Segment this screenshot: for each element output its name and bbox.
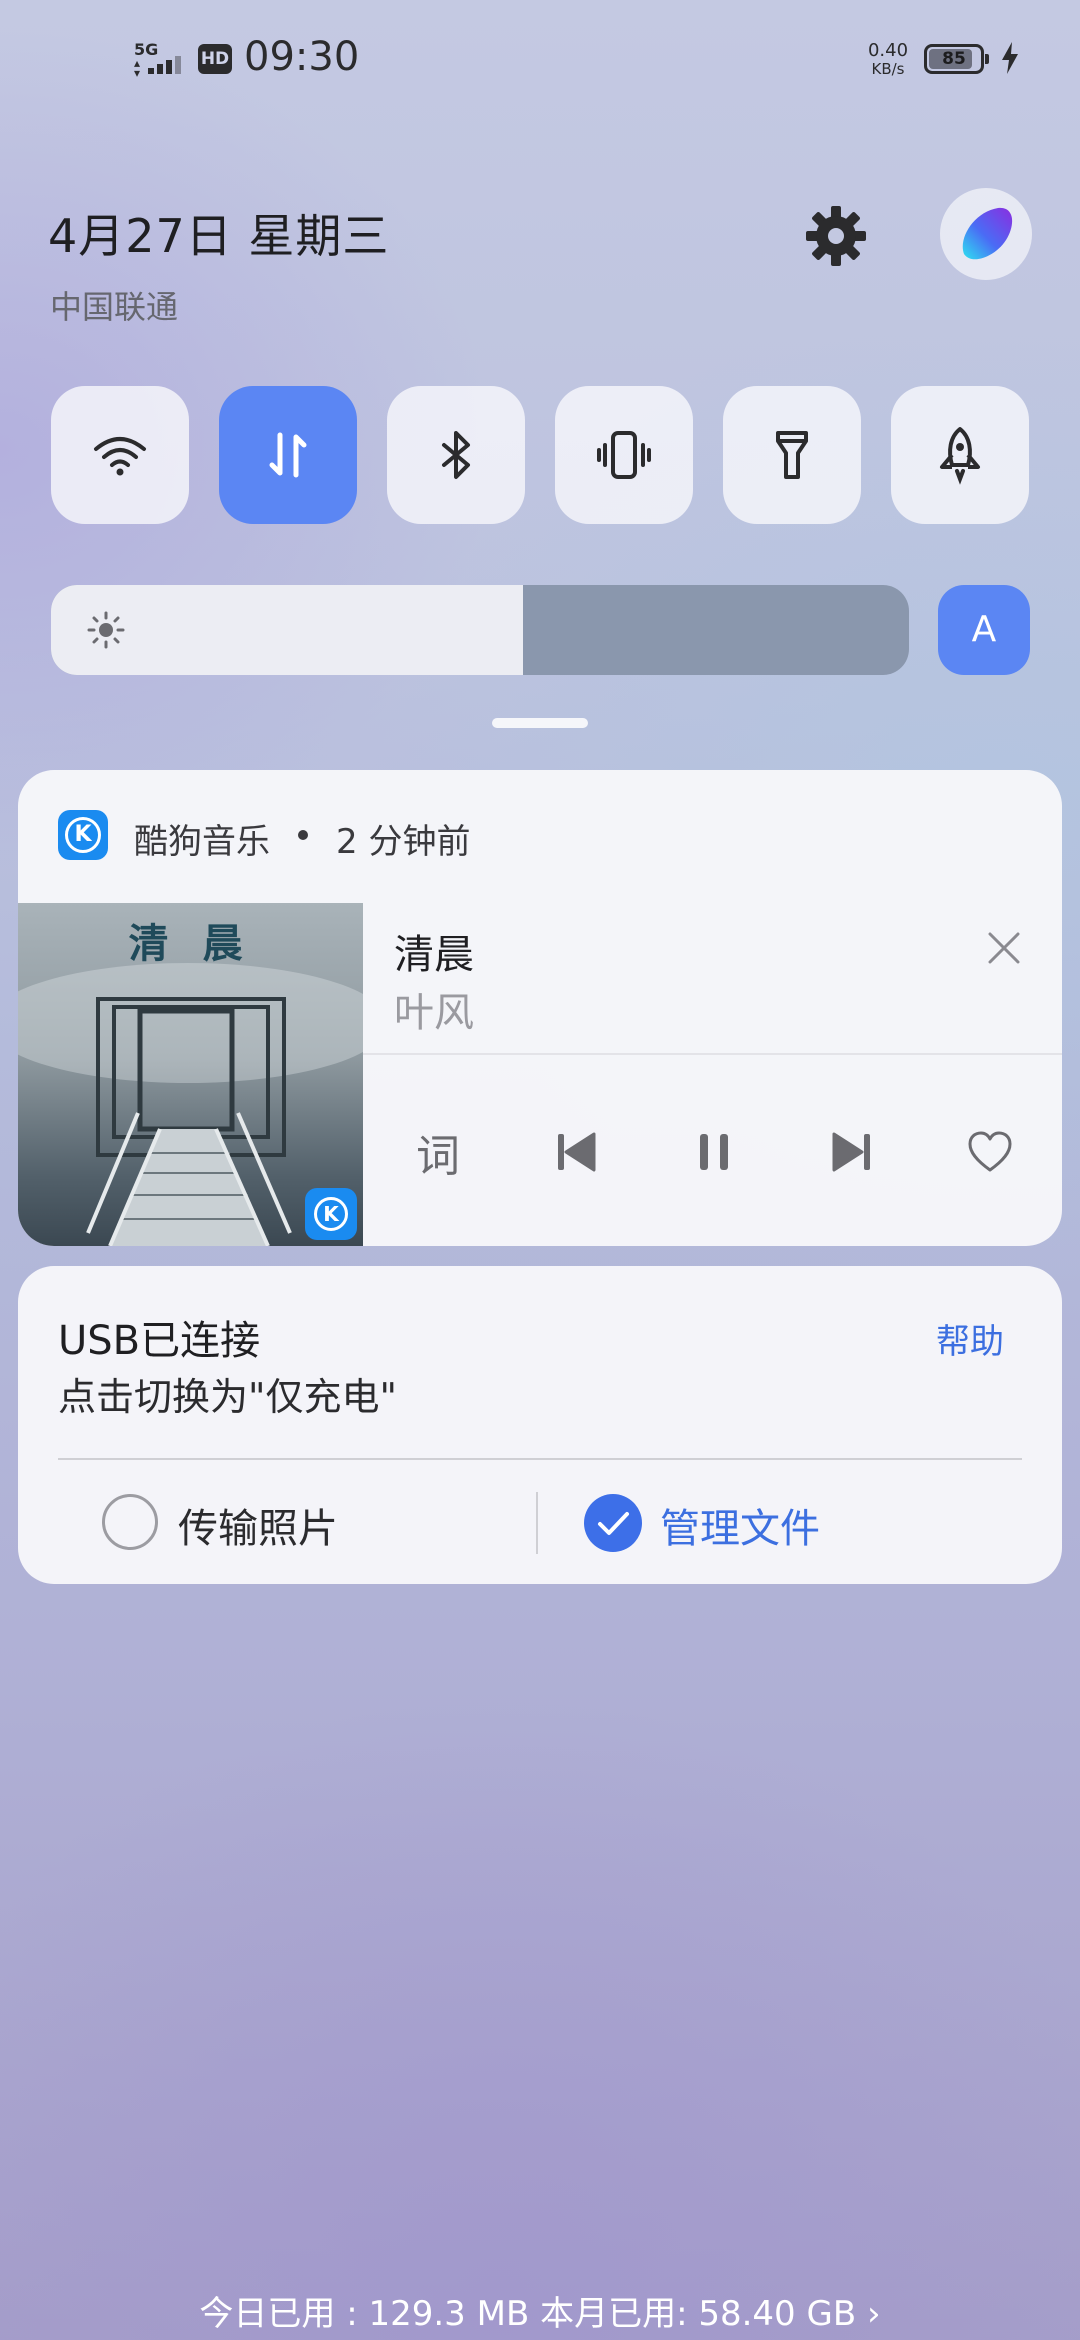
previous-button[interactable] <box>546 1122 606 1182</box>
battery-icon: 85 <box>924 44 989 74</box>
usb-subtitle[interactable]: 点击切换为"仅充电" <box>58 1366 397 1421</box>
checkmark-icon <box>598 1512 629 1535</box>
brightness-slider[interactable] <box>51 585 909 675</box>
divider <box>58 1458 1022 1460</box>
divider <box>363 1053 1062 1055</box>
song-title: 清晨 <box>394 932 474 978</box>
usb-title: USB已连接 <box>58 1318 261 1364</box>
next-button[interactable] <box>822 1122 882 1182</box>
previous-icon <box>558 1132 596 1172</box>
album-title: 清 晨 <box>128 920 253 967</box>
flashlight-icon <box>776 431 808 479</box>
brightness-icon <box>87 611 125 649</box>
wifi-toggle[interactable] <box>51 386 189 524</box>
usb-notification[interactable]: USB已连接 点击切换为"仅充电" 帮助 传输照片 管理文件 <box>18 1266 1062 1584</box>
gear-icon[interactable] <box>800 200 872 272</box>
charging-icon <box>1002 42 1018 74</box>
mobile-data-toggle[interactable] <box>219 386 357 524</box>
carrier-label: 中国联通 <box>50 288 179 326</box>
bluetooth-icon <box>442 431 470 479</box>
avatar[interactable] <box>940 188 1032 280</box>
kugou-app-icon: K <box>58 810 108 860</box>
favorite-button[interactable] <box>960 1122 1020 1182</box>
song-artist: 叶风 <box>394 990 474 1036</box>
network-speed-unit: KB/s <box>871 60 905 78</box>
pause-button[interactable] <box>684 1122 744 1182</box>
lyrics-button[interactable]: 词 <box>408 1122 468 1182</box>
battery-level: 85 <box>942 49 966 69</box>
option-divider <box>536 1492 538 1554</box>
data-usage-link[interactable]: 今日已用 : 129.3 MB 本月已用: 58.40 GB › <box>0 2286 1080 2335</box>
transfer-photos-radio[interactable] <box>102 1494 158 1550</box>
auto-brightness-button[interactable]: A <box>938 585 1030 675</box>
close-icon[interactable] <box>984 928 1024 968</box>
date-label: 4月27日 星期三 <box>48 209 390 263</box>
quick-settings-tiles <box>51 386 1031 526</box>
manage-files-radio[interactable] <box>584 1494 642 1552</box>
album-cover[interactable]: 清 晨 K <box>18 903 363 1246</box>
drag-handle[interactable] <box>492 718 588 728</box>
app-name: 酷狗音乐 <box>134 822 270 862</box>
manage-files-label[interactable]: 管理文件 <box>660 1496 820 1554</box>
assistant-orb-icon <box>962 207 1013 260</box>
help-link[interactable]: 帮助 <box>936 1314 1004 1363</box>
clock: 09:30 <box>244 34 360 80</box>
flashlight-toggle[interactable] <box>723 386 861 524</box>
vibrate-toggle[interactable] <box>555 386 693 524</box>
hd-voice-badge: HD <box>198 44 232 74</box>
wifi-icon <box>94 437 146 476</box>
bluetooth-toggle[interactable] <box>387 386 525 524</box>
notification-time: 2 分钟前 <box>336 822 471 862</box>
vibrate-icon <box>597 431 651 479</box>
signal-icon: 5G ▴ ▾ <box>134 40 186 79</box>
kugou-badge-icon: K <box>305 1188 357 1240</box>
network-speed-value: 0.40 <box>867 40 909 61</box>
pause-icon <box>700 1134 728 1170</box>
transfer-photos-label[interactable]: 传输照片 <box>178 1496 338 1554</box>
next-icon <box>832 1132 870 1172</box>
status-bar: 5G ▴ ▾ HD 09:30 0.40 KB/s 85 <box>0 0 1080 120</box>
mobile-data-icon <box>269 432 307 478</box>
network-speed: 0.40 KB/s <box>862 40 914 79</box>
rocket-icon <box>940 427 980 485</box>
game-mode-toggle[interactable] <box>891 386 1029 524</box>
music-notification[interactable]: K 酷狗音乐 2 分钟前 清 晨 K 清晨 叶风 词 <box>18 770 1062 1246</box>
heart-icon <box>968 1131 1012 1172</box>
